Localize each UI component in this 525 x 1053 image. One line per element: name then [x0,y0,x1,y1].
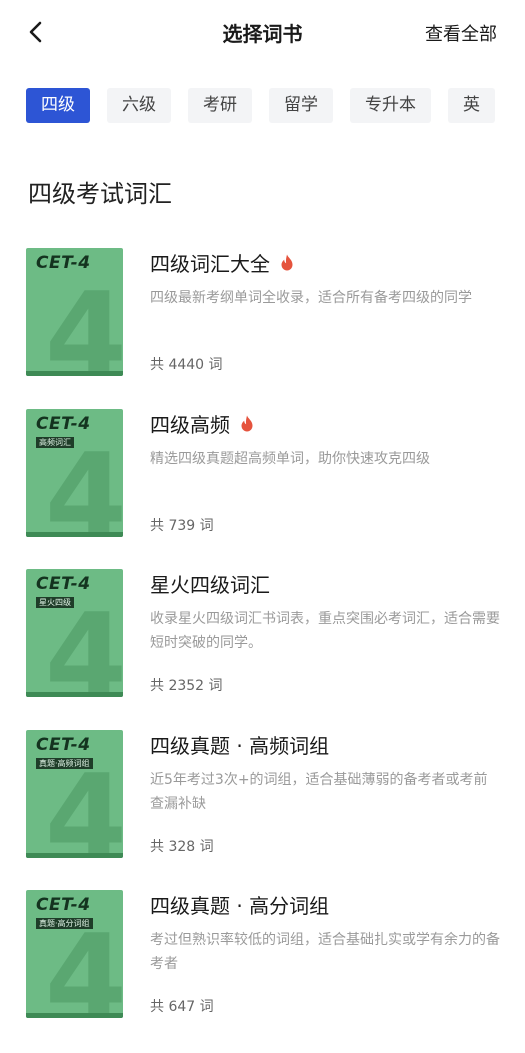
book-item[interactable]: CET-4 高频词汇 4 四级高频 精选四级真题超高频单词，助你快速攻克四级 共… [0,401,525,562]
cover-number: 4 [44,908,123,1018]
cover-spine [26,852,123,858]
book-description: 近5年考过3次+的词组，适合基础薄弱的备考者或考前查漏补缺 [150,771,488,812]
category-tabs: 四级 六级 考研 留学 专升本英 [26,88,525,124]
book-cover: CET-4 星火四级 4 [26,569,123,697]
cover-spine [26,1013,123,1018]
tab-study-abroad[interactable]: 留学 [269,88,333,123]
book-title: 四级高频 [150,412,230,437]
book-description: 精选四级真题超高频单词，助你快速攻克四级 [150,450,430,467]
fire-icon [241,415,253,431]
book-item[interactable]: CET-4 真题·高频词组 4 四级真题 · 高频词组 近5年考过3次+的词组，… [0,722,525,883]
fire-icon [281,254,293,271]
book-title-row: 四级高频 [150,409,254,438]
book-title-row: 四级真题 · 高频词组 [150,730,329,759]
cover-number: 4 [44,587,123,697]
book-cover: CET-4 真题·高频词组 4 [26,729,123,858]
book-description: 收录星火四级词汇书词表，重点突围必考词汇，适合需要短时突破的同学。 [150,611,500,651]
tab-postgrad[interactable]: 考研 [188,88,252,123]
word-count: 共 4440 词 [150,357,223,373]
view-all-button[interactable]: 查看全部 [425,20,497,46]
book-cover: CET-4 4 [26,248,123,376]
nav-bar: 选择词书 查看全部 [0,0,525,64]
book-cover: CET-4 高频词汇 4 [26,408,123,537]
word-count: 共 328 词 [150,838,214,855]
book-description: 四级最新考纲单词全收录，适合所有备考四级的同学 [150,290,472,306]
chevron-left-icon [29,21,42,43]
book-cover: CET-4 真题·高分词组 4 [26,890,123,1018]
book-item[interactable]: CET-4 星火四级 4 星火四级词汇 收录星火四级词汇书词表，重点突围必考词汇… [0,561,525,722]
tab-upgrade[interactable]: 专升本 [350,88,431,123]
cover-number: 4 [44,426,123,537]
back-button[interactable] [22,18,50,46]
tab-cet6[interactable]: 六级 [107,88,171,123]
section-title: 四级考试词汇 [28,180,172,208]
book-title-row: 四级真题 · 高分词组 [150,890,329,919]
tab-english[interactable]: 英 [448,88,495,123]
cover-number: 4 [44,747,123,858]
cover-number: 4 [44,266,123,376]
book-title-row: 四级词汇大全 [150,248,294,277]
book-item[interactable]: CET-4 真题·高分词组 4 四级真题 · 高分词组 考过但熟识率较低的词组，… [0,882,525,1043]
book-title-row: 星火四级词汇 [150,569,270,598]
book-title: 四级真题 · 高分词组 [150,894,330,918]
cover-spine [26,371,123,376]
cover-spine [26,692,123,697]
cover-spine [26,531,123,537]
book-title: 四级词汇大全 [150,252,270,276]
tab-cet4[interactable]: 四级 [26,88,90,123]
word-count: 共 2352 词 [150,678,223,694]
word-count: 共 739 词 [150,517,214,534]
book-item[interactable]: CET-4 4 四级词汇大全 四级最新考纲单词全收录，适合所有备考四级的同学 共… [0,240,525,401]
word-count: 共 647 词 [150,999,214,1015]
book-list: CET-4 4 四级词汇大全 四级最新考纲单词全收录，适合所有备考四级的同学 共… [0,240,525,1043]
book-title: 四级真题 · 高频词组 [150,733,330,758]
book-title: 星火四级词汇 [150,573,270,597]
book-description: 考过但熟识率较低的词组，适合基础扎实或学有余力的备考者 [150,932,500,972]
